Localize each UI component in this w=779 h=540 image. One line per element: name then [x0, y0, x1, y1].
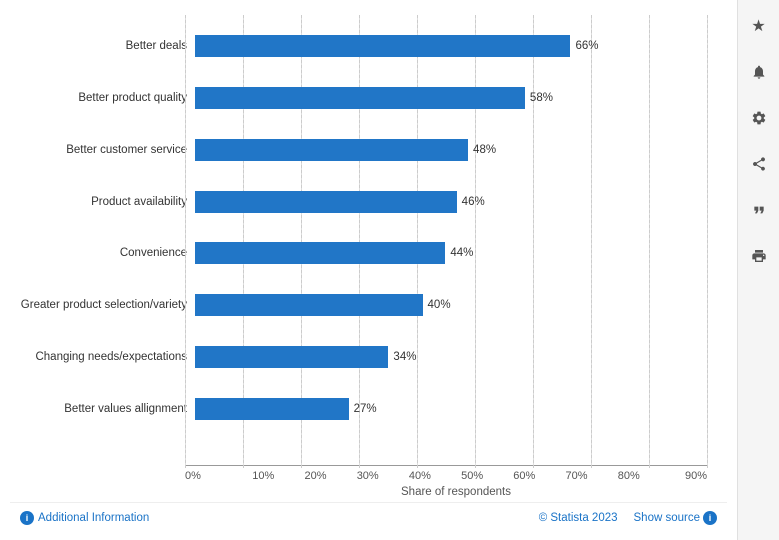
- bar-row: Greater product selection/variety 40%: [20, 287, 707, 323]
- bar-area: 27%: [195, 391, 707, 427]
- bar-row: Better customer service 48%: [20, 132, 707, 168]
- bar: [195, 87, 525, 109]
- share-icon[interactable]: [745, 150, 773, 178]
- x-tick: 40%: [394, 470, 446, 482]
- main-content: Better deals 66% Better product quality 58%…: [0, 0, 737, 540]
- x-tick: 60%: [498, 470, 550, 482]
- bar-area: 48%: [195, 132, 707, 168]
- x-tick: 20%: [289, 470, 341, 482]
- sidebar: ★: [737, 0, 779, 540]
- bar-label: Better product quality: [20, 92, 195, 104]
- bar: [195, 398, 349, 420]
- footer: i Additional Information © Statista 2023…: [10, 502, 727, 530]
- x-tick: 80%: [603, 470, 655, 482]
- x-tick: 10%: [237, 470, 289, 482]
- bar-row: Better product quality 58%: [20, 80, 707, 116]
- bar-label: Product availability: [20, 196, 195, 208]
- footer-right: © Statista 2023 Show source i: [539, 511, 717, 525]
- bar-value-label: 40%: [428, 299, 451, 311]
- bar-label: Greater product selection/variety: [20, 299, 195, 311]
- bar-value-label: 46%: [462, 196, 485, 208]
- bar: [195, 242, 445, 264]
- bar-area: 58%: [195, 80, 707, 116]
- bar-row: Better values allignment 27%: [20, 391, 707, 427]
- additional-info-label[interactable]: Additional Information: [38, 512, 149, 524]
- show-source-icon: i: [703, 511, 717, 525]
- bar-value-label: 66%: [575, 40, 598, 52]
- bar: [195, 191, 457, 213]
- bar-area: 66%: [195, 28, 707, 64]
- bar-label: Convenience: [20, 247, 195, 259]
- star-icon[interactable]: ★: [745, 12, 773, 40]
- bar-label: Better values allignment: [20, 403, 195, 415]
- x-tick: 0%: [185, 470, 237, 482]
- bar-value-label: 34%: [393, 351, 416, 363]
- bar-label: Better customer service: [20, 144, 195, 156]
- bar: [195, 35, 570, 57]
- x-tick: 50%: [446, 470, 498, 482]
- bar-value-label: 48%: [473, 144, 496, 156]
- bar-label: Changing needs/expectations: [20, 351, 195, 363]
- quote-icon[interactable]: [745, 196, 773, 224]
- bar-area: 34%: [195, 339, 707, 375]
- bar: [195, 294, 423, 316]
- bar: [195, 139, 468, 161]
- bar: [195, 346, 388, 368]
- bar-row: Changing needs/expectations 34%: [20, 339, 707, 375]
- chart-wrapper: Better deals 66% Better product quality 58%…: [10, 15, 727, 498]
- x-axis-label: Share of respondents: [185, 486, 727, 498]
- bell-icon[interactable]: [745, 58, 773, 86]
- bar-label: Better deals: [20, 40, 195, 52]
- bar-row: Convenience 44%: [20, 235, 707, 271]
- bar-row: Better deals 66%: [20, 28, 707, 64]
- statista-credit: © Statista 2023: [539, 512, 618, 524]
- footer-left[interactable]: i Additional Information: [20, 511, 149, 525]
- x-tick: 30%: [342, 470, 394, 482]
- chart-container: Better deals 66% Better product quality 58%…: [10, 15, 727, 465]
- x-tick: 90%: [655, 470, 707, 482]
- print-icon[interactable]: [745, 242, 773, 270]
- bar-row: Product availability 46%: [20, 184, 707, 220]
- bar-value-label: 27%: [354, 403, 377, 415]
- bar-value-label: 44%: [450, 247, 473, 259]
- bar-value-label: 58%: [530, 92, 553, 104]
- gear-icon[interactable]: [745, 104, 773, 132]
- x-axis: 0%10%20%30%40%50%60%70%80%90%: [185, 465, 707, 482]
- show-source-label[interactable]: Show source: [634, 512, 700, 524]
- x-tick: 70%: [550, 470, 602, 482]
- bar-area: 46%: [195, 184, 707, 220]
- info-icon: i: [20, 511, 34, 525]
- show-source-button[interactable]: Show source i: [634, 511, 717, 525]
- bar-area: 44%: [195, 235, 707, 271]
- bar-area: 40%: [195, 287, 707, 323]
